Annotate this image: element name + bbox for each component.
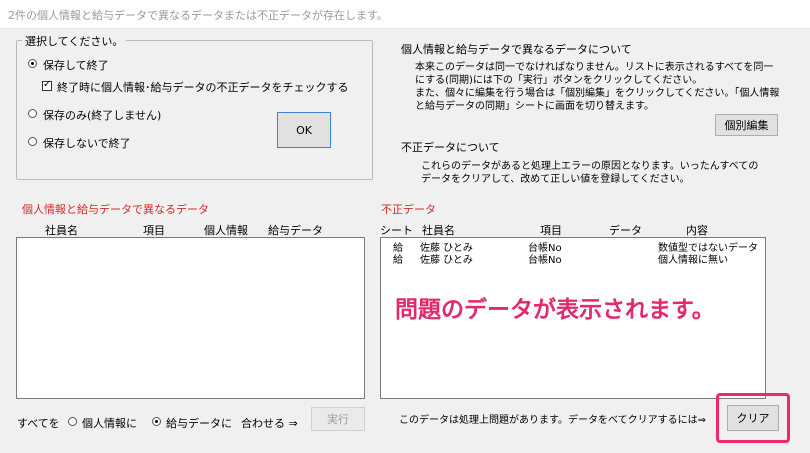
cell-content: 個人情報に無い — [658, 255, 728, 266]
select-group-label: 選択してください。 — [22, 33, 127, 49]
match-label: 合わせる ⇒ — [241, 417, 298, 430]
diff-info-line: と給与データの同期」シートに画面を切り替えます。 — [415, 101, 654, 112]
window-title: 2件の個人情報と給与データで異なるデータまたは不正データが存在します。 — [8, 9, 388, 22]
option-save-and-exit[interactable]: 保存して終了 — [28, 57, 228, 72]
invalid-list-header: シート 社員名 項目 データ 内容 — [0, 222, 810, 237]
individual-edit-button[interactable]: 個別編集 — [715, 114, 778, 136]
column-header: 内容 — [686, 224, 708, 237]
diff-info-heading: 個人情報と給与データで異なるデータについて — [401, 43, 632, 56]
checkbox-label: 終了時に個人情報･給与データの不正データをチェックする — [57, 81, 349, 94]
option-label: 給与データに — [166, 417, 232, 430]
diff-list-title: 個人情報と給与データで異なるデータ — [22, 203, 209, 216]
annotation-callout: 問題のデータが表示されます。 — [395, 297, 715, 323]
cell-sheet: 給 — [393, 255, 403, 266]
list-item[interactable]: 給 佐藤 ひとみ 台帳No 数値型ではないデータ — [381, 239, 765, 254]
clear-hint: このデータは処理上問題があります。データをべてクリアするには⇒ — [399, 415, 706, 426]
option-exit-without-save[interactable]: 保存しないで終了 — [28, 135, 228, 150]
radio-exit-without-save[interactable] — [28, 137, 37, 146]
cell-name: 佐藤 ひとみ — [420, 255, 473, 266]
clear-button[interactable]: クリア — [727, 405, 779, 431]
cell-item: 台帳No — [528, 255, 562, 266]
radio-save-and-exit[interactable] — [28, 59, 37, 68]
option-check-invalid[interactable]: 終了時に個人情報･給与データの不正データをチェックする — [42, 79, 362, 94]
option-label: 保存しないで終了 — [43, 137, 131, 150]
list-item[interactable]: 給 佐藤 ひとみ 台帳No 個人情報に無い — [381, 251, 765, 266]
option-label: 個人情報に — [82, 417, 137, 430]
option-align-personal[interactable]: 個人情報に — [68, 414, 148, 430]
invalid-list-title: 不正データ — [381, 203, 436, 216]
execute-button[interactable]: 実行 — [311, 407, 365, 431]
option-label: 保存のみ(終了しません) — [43, 109, 162, 122]
radio-save-only[interactable] — [28, 109, 37, 118]
radio-align-payroll[interactable] — [152, 417, 161, 426]
column-header: シート — [380, 224, 413, 237]
diff-listbox[interactable] — [16, 237, 365, 399]
invalid-info-heading: 不正データについて — [401, 141, 500, 154]
column-header: 社員名 — [422, 224, 455, 237]
option-save-only[interactable]: 保存のみ(終了しません) — [28, 107, 228, 122]
checkbox-check-invalid[interactable] — [42, 79, 52, 91]
invalid-info-line: データをクリアして、改めて正しい値を登録してください。 — [421, 174, 690, 185]
option-align-payroll[interactable]: 給与データに — [152, 414, 238, 430]
column-header: 項目 — [540, 224, 562, 237]
all-label: すべてを — [17, 417, 60, 430]
radio-align-personal[interactable] — [68, 417, 77, 426]
title-bar: 2件の個人情報と給与データで異なるデータまたは不正データが存在します。 — [0, 0, 810, 29]
option-label: 保存して終了 — [43, 59, 109, 72]
ok-button[interactable]: OK — [277, 112, 331, 148]
column-header: データ — [609, 224, 642, 237]
